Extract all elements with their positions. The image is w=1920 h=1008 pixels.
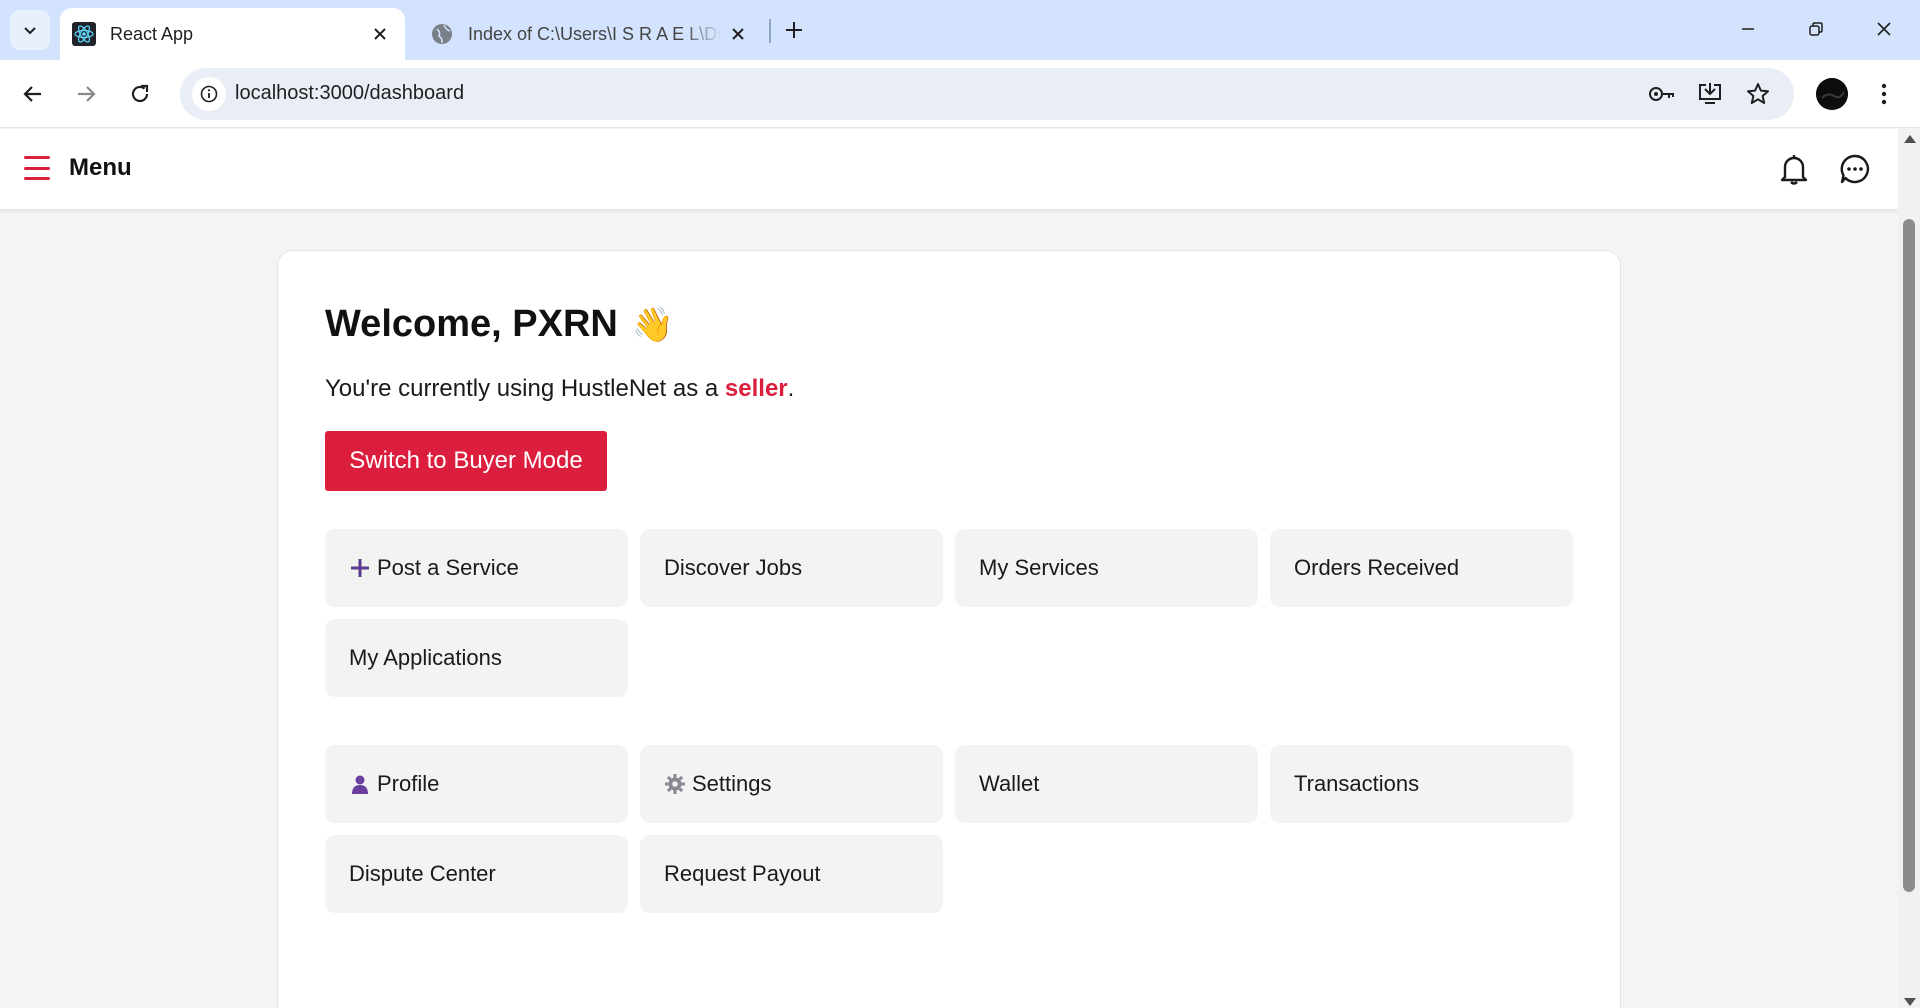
tile-label: Dispute Center <box>349 861 496 886</box>
plus-icon <box>349 557 371 579</box>
close-icon <box>1877 22 1891 36</box>
more-vertical-icon <box>1881 83 1887 105</box>
new-tab-button[interactable] <box>776 12 812 48</box>
arrow-left-icon <box>23 86 41 102</box>
my-services-tile[interactable]: My Services <box>955 529 1258 607</box>
plus-icon <box>786 22 802 38</box>
install-icon <box>1699 83 1721 104</box>
tile-label: Wallet <box>979 771 1040 796</box>
browser-menu-button[interactable] <box>1866 76 1902 112</box>
welcome-text: Welcome, PXRN <box>325 303 618 345</box>
tile-label: Settings <box>692 771 772 796</box>
install-app-button[interactable] <box>1694 78 1726 110</box>
switch-mode-button[interactable]: Switch to Buyer Mode <box>325 431 607 491</box>
tile-label: Discover Jobs <box>664 555 803 580</box>
tab-divider <box>769 19 771 43</box>
tab-index-of[interactable]: Index of C:\Users\I S R A E L\Desktop <box>418 8 763 60</box>
scroll-down-arrow-icon[interactable] <box>1904 998 1916 1006</box>
tile-label: Profile <box>377 771 440 796</box>
window-close-button[interactable] <box>1850 0 1918 58</box>
chevron-down-icon <box>24 27 36 35</box>
settings-tile[interactable]: Settings <box>640 745 943 823</box>
browser-tab-bar: React App Index of C:\Users\I S R A E L\… <box>0 0 1920 60</box>
restore-button[interactable] <box>1782 0 1850 58</box>
dashboard-card: Welcome, PXRN 👋 You're currently using Hu… <box>277 250 1621 1008</box>
chat-icon[interactable] <box>1837 151 1873 187</box>
page-title: Welcome, PXRN 👋 <box>325 303 674 346</box>
minimize-button[interactable] <box>1714 0 1782 58</box>
wave-emoji: 👋 <box>631 306 675 344</box>
minimize-icon <box>1742 28 1754 30</box>
orders-received-tile[interactable]: Orders Received <box>1270 529 1573 607</box>
close-icon[interactable] <box>721 17 755 51</box>
app-header: Menu <box>0 129 1898 209</box>
menu-label[interactable]: Menu <box>69 154 132 182</box>
page-viewport: Menu Welcome, PXRN 👋 You're currently usi… <box>0 129 1898 1008</box>
star-icon <box>1747 83 1769 104</box>
request-payout-tile[interactable]: Request Payout <box>640 835 943 913</box>
info-icon <box>200 85 218 103</box>
bell-icon[interactable] <box>1776 151 1812 187</box>
react-icon <box>72 22 96 46</box>
arrow-right-icon <box>78 86 96 102</box>
status-suffix: . <box>787 375 795 402</box>
profile-avatar[interactable] <box>1816 78 1848 110</box>
tile-label: My Applications <box>349 645 502 670</box>
close-icon[interactable] <box>363 17 397 51</box>
mode-status: You're currently using HustleNet as a se… <box>325 375 794 403</box>
scroll-up-arrow-icon[interactable] <box>1904 135 1916 143</box>
gear-icon <box>664 773 686 795</box>
restore-icon <box>1809 22 1823 36</box>
globe-icon <box>430 22 454 46</box>
tab-title: React App <box>110 23 194 44</box>
discover-jobs-tile[interactable]: Discover Jobs <box>640 529 943 607</box>
browser-toolbar: localhost:3000/dashboard <box>0 60 1920 128</box>
wallet-tile[interactable]: Wallet <box>955 745 1258 823</box>
back-button[interactable] <box>13 74 53 114</box>
tile-label: Request Payout <box>664 861 821 886</box>
tab-react-app[interactable]: React App <box>60 8 405 60</box>
transactions-tile[interactable]: Transactions <box>1270 745 1573 823</box>
tile-label: Orders Received <box>1294 555 1460 580</box>
site-info-button[interactable] <box>192 77 226 111</box>
url-text[interactable]: localhost:3000/dashboard <box>235 82 464 105</box>
forward-button[interactable] <box>66 74 106 114</box>
dispute-center-tile[interactable]: Dispute Center <box>325 835 628 913</box>
profile-tile[interactable]: Profile <box>325 745 628 823</box>
post-service-tile[interactable]: Post a Service <box>325 529 628 607</box>
tab-title: Index of C:\Users\I S R A E L\Desktop <box>468 23 721 44</box>
status-text: You're currently using HustleNet as a <box>325 375 725 402</box>
address-bar[interactable]: localhost:3000/dashboard <box>180 68 1794 120</box>
password-key-button[interactable] <box>1646 78 1678 110</box>
tab-search-button[interactable] <box>10 10 50 50</box>
hamburger-menu-icon[interactable] <box>24 156 50 180</box>
key-icon <box>1649 87 1674 101</box>
reload-button[interactable] <box>120 74 160 114</box>
tile-label: Transactions <box>1294 771 1420 796</box>
my-applications-tile[interactable]: My Applications <box>325 619 628 697</box>
reload-icon <box>131 84 149 103</box>
role-badge: seller <box>724 375 788 402</box>
bookmark-button[interactable] <box>1742 78 1774 110</box>
user-icon <box>349 773 371 795</box>
page-scrollbar[interactable] <box>1898 129 1920 1008</box>
scrollbar-thumb[interactable] <box>1903 219 1915 892</box>
tile-label: My Services <box>979 555 1099 580</box>
tile-label: Post a Service <box>377 555 519 580</box>
